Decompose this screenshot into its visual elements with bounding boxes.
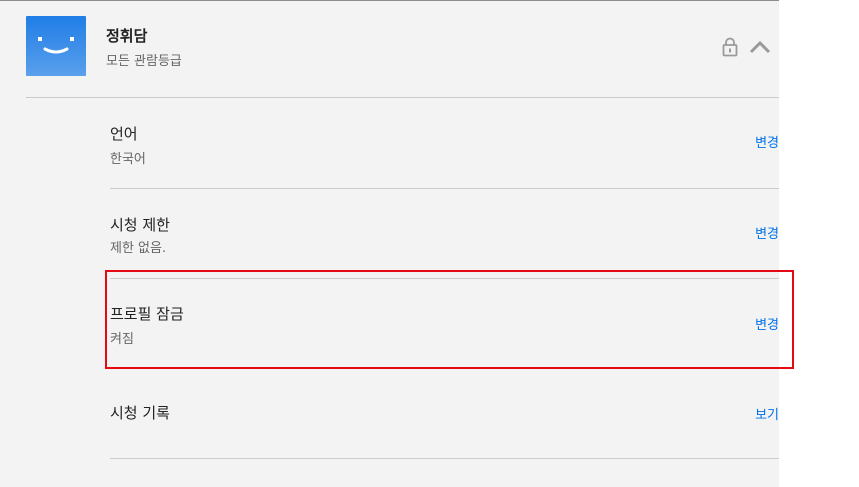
top-divider (0, 0, 779, 1)
change-profile-lock-link[interactable]: 변경 (755, 314, 779, 333)
setting-title: 시청 기록 (110, 404, 170, 422)
setting-value: 제한 없음. (110, 241, 167, 256)
profile-avatar (26, 16, 86, 76)
setting-row-viewing-restrictions: 시청 제한 제한 없음. 변경 (110, 189, 779, 279)
setting-title: 시청 제한 (110, 216, 170, 234)
profile-maturity-rating: 모든 관람등급 (106, 54, 182, 69)
page-background-right (779, 0, 859, 487)
view-history-link[interactable]: 보기 (755, 404, 779, 423)
lock-icon (722, 37, 738, 57)
header-icons (720, 36, 774, 60)
profile-settings-panel: 정휘담 모든 관람등급 언어 한국어 변경 시청 제한 제한 없음. 변경 프로… (0, 0, 779, 487)
row-divider (110, 458, 779, 459)
setting-row-profile-lock: 프로필 잠금 켜짐 변경 (110, 279, 779, 369)
chevron-up-icon[interactable] (748, 36, 772, 58)
setting-row-viewing-history: 시청 기록 보기 (110, 369, 779, 459)
setting-row-language: 언어 한국어 변경 (110, 98, 779, 189)
setting-title: 프로필 잠금 (110, 305, 184, 323)
smiley-avatar-icon (38, 37, 74, 54)
change-language-link[interactable]: 변경 (755, 132, 779, 151)
setting-title: 언어 (110, 125, 138, 143)
setting-value: 켜짐 (110, 332, 134, 347)
setting-value: 한국어 (110, 152, 146, 167)
change-restrictions-link[interactable]: 변경 (755, 223, 779, 242)
profile-name: 정휘담 (106, 27, 148, 45)
